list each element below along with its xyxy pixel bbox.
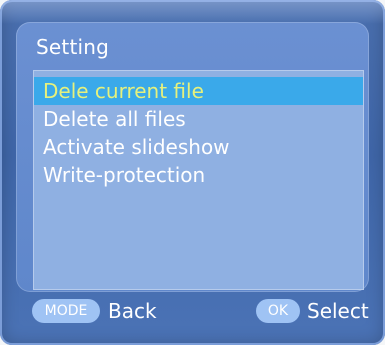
device-screen: Setting Dele current file Delete all fil… [0,0,385,345]
settings-menu-list: Dele current file Delete all files Activ… [33,70,364,290]
menu-item-delete-all-files[interactable]: Delete all files [34,105,363,133]
top-glow [0,0,385,24]
page-title: Setting [36,35,110,59]
select-label: Select [307,299,369,323]
menu-item-activate-slideshow[interactable]: Activate slideshow [34,133,363,161]
menu-item-write-protection[interactable]: Write-protection [34,161,363,189]
mode-key-button[interactable]: MODE [32,299,100,323]
back-label: Back [108,299,157,323]
menu-item-dele-current-file[interactable]: Dele current file [34,77,363,105]
softkey-footer: MODE Back OK Select [0,289,385,345]
ok-key-button[interactable]: OK [256,299,300,323]
